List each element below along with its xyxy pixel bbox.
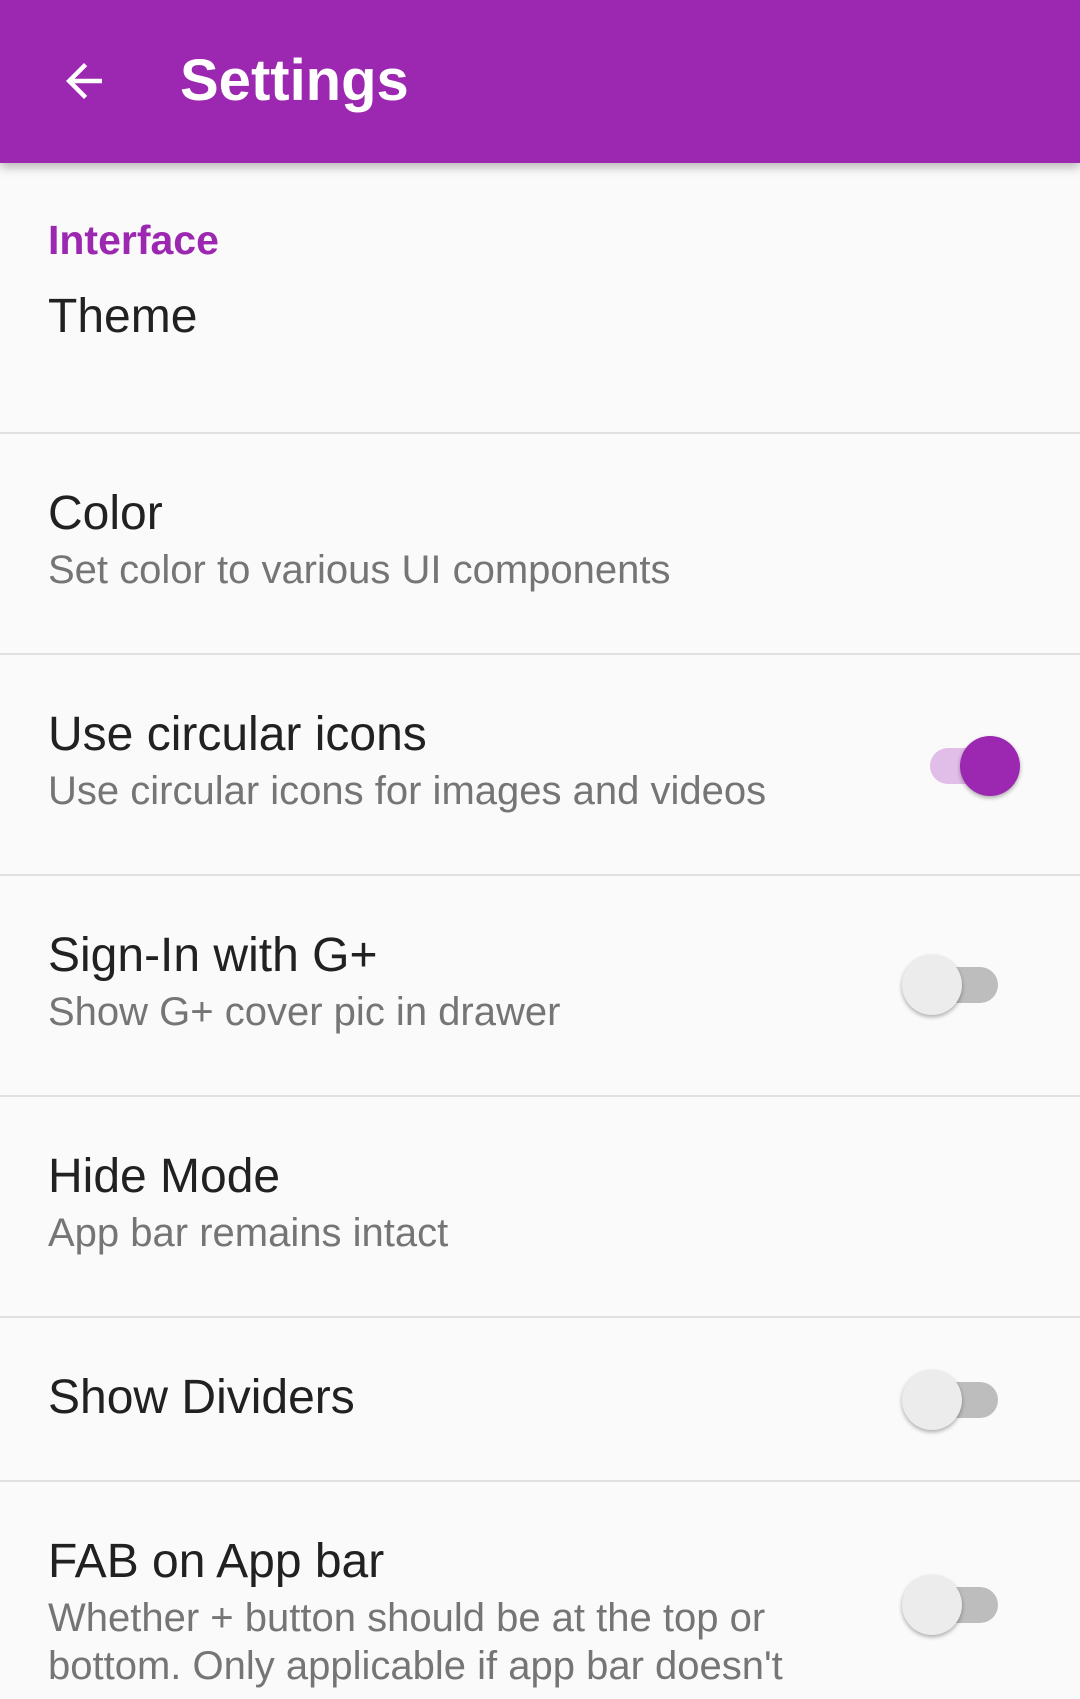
pref-color-summary: Set color to various UI components xyxy=(48,548,671,592)
app-bar: Settings xyxy=(0,0,1080,163)
switch-thumb xyxy=(960,736,1020,796)
settings-screen: Settings Interface Theme Color Set color… xyxy=(0,0,1080,1699)
pref-hide-mode-title: Hide Mode xyxy=(48,1150,281,1203)
pref-hide-mode-summary: App bar remains intact xyxy=(48,1211,449,1255)
switch-thumb xyxy=(902,1370,962,1430)
pref-fab-title: FAB on App bar xyxy=(48,1535,385,1588)
switch-thumb xyxy=(902,1575,962,1635)
pref-show-dividers[interactable]: Show Dividers xyxy=(0,1318,1080,1480)
back-button[interactable] xyxy=(48,40,120,122)
show-dividers-toggle[interactable] xyxy=(902,1365,1002,1430)
pref-circular-icons[interactable]: Use circular icons Use circular icons fo… xyxy=(0,655,1080,874)
page-title: Settings xyxy=(180,48,409,113)
pref-fab-on-appbar[interactable]: FAB on App bar Whether + button should b… xyxy=(0,1482,1080,1699)
pref-circular-icons-summary: Use circular icons for images and videos xyxy=(48,769,767,813)
pref-color[interactable]: Color Set color to various UI components xyxy=(0,434,1080,653)
arrow-left-icon xyxy=(66,63,102,99)
pref-theme-title: Theme xyxy=(48,290,198,343)
settings-list: Interface Theme Color Set color to vario… xyxy=(0,163,1080,1699)
switch-thumb xyxy=(902,955,962,1015)
pref-sign-in-summary: Show G+ cover pic in drawer xyxy=(48,990,561,1034)
pref-color-title: Color xyxy=(48,487,163,540)
pref-hide-mode[interactable]: Hide Mode App bar remains intact xyxy=(0,1097,1080,1316)
pref-fab-summary: Whether + button should be at the top or… xyxy=(48,1596,783,1688)
sign-in-toggle[interactable] xyxy=(902,950,1002,1015)
fab-on-appbar-toggle[interactable] xyxy=(902,1570,1002,1635)
section-header-interface: Interface xyxy=(48,217,219,263)
pref-sign-in-title: Sign-In with G+ xyxy=(48,929,378,982)
pref-sign-in-gplus[interactable]: Sign-In with G+ Show G+ cover pic in dra… xyxy=(0,876,1080,1095)
pref-theme[interactable]: Theme xyxy=(0,263,1080,395)
circular-icons-toggle[interactable] xyxy=(918,731,1020,796)
pref-circular-icons-title: Use circular icons xyxy=(48,708,427,761)
pref-show-dividers-title: Show Dividers xyxy=(48,1371,355,1424)
